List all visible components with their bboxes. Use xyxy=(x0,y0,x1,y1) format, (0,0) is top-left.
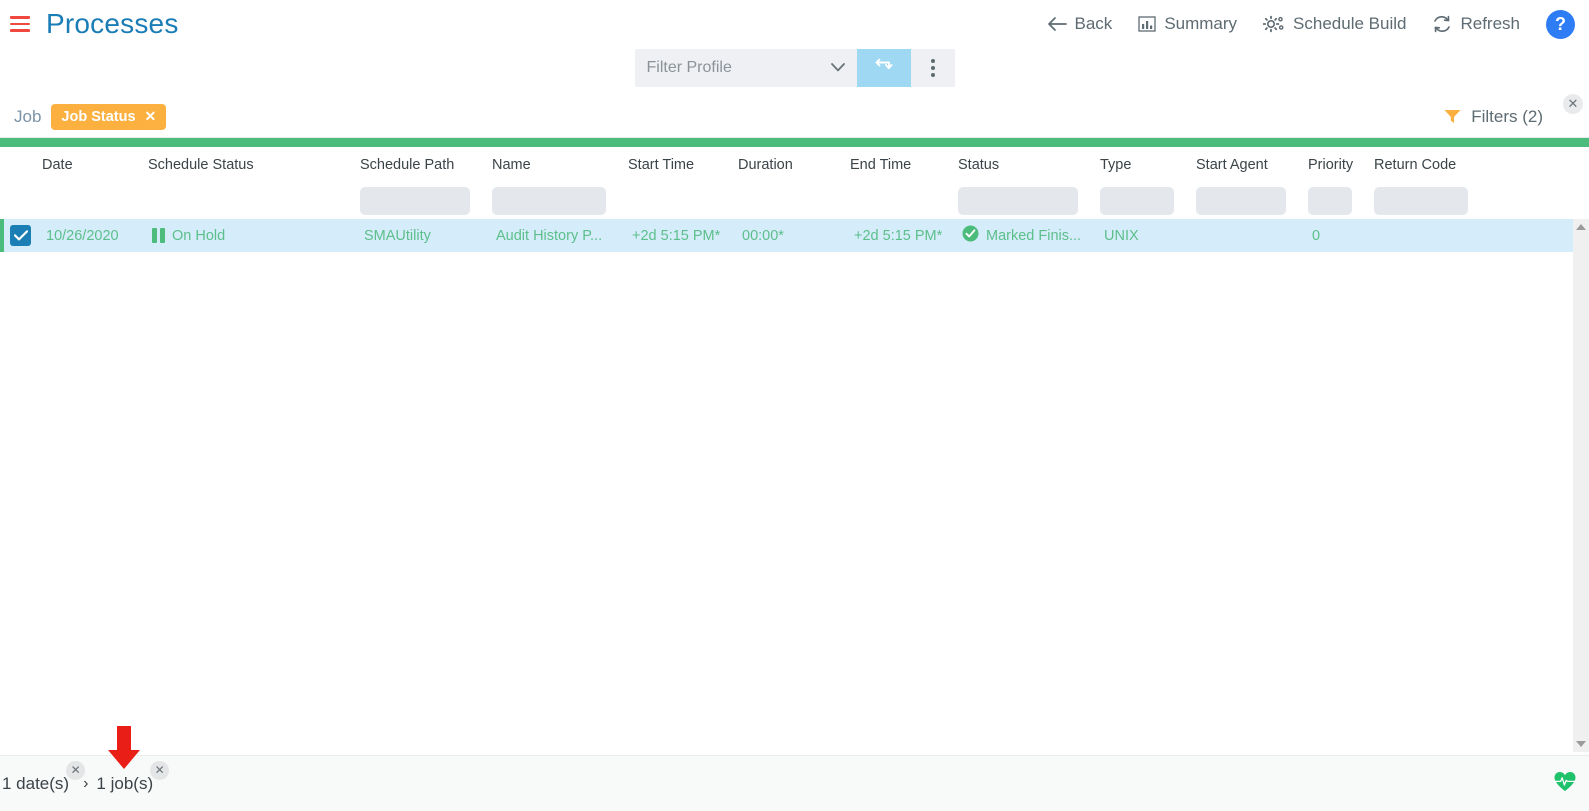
breadcrumb-dates[interactable]: 1 date(s) ✕ xyxy=(2,760,86,794)
cell-date: 10/26/2020 xyxy=(46,227,119,244)
bar-chart-icon xyxy=(1138,16,1156,32)
refresh-button-label: Refresh xyxy=(1460,14,1520,33)
filters-toggle-label: Filters (2) xyxy=(1471,106,1543,126)
cell-duration: 00:00* xyxy=(742,227,784,244)
filter-input-name[interactable] xyxy=(492,187,606,215)
breadcrumb-jobs[interactable]: 1 job(s) ✕ xyxy=(96,760,170,794)
back-button[interactable]: Back xyxy=(1047,14,1113,34)
column-header-date[interactable]: Date xyxy=(42,157,148,173)
table-row[interactable]: 10/26/2020 On Hold SMAUtility Audit Hist… xyxy=(0,219,1589,252)
column-header-schedule-path[interactable]: Schedule Path xyxy=(360,157,492,173)
breadcrumb-separator: › xyxy=(83,774,89,792)
filter-group-label: Job xyxy=(14,106,42,126)
chevron-down-icon xyxy=(830,59,845,77)
breadcrumb-jobs-label: 1 job(s) xyxy=(96,773,154,793)
cell-status-label: Marked Finis... xyxy=(986,227,1082,244)
check-circle-icon xyxy=(962,225,979,246)
filter-input-priority[interactable] xyxy=(1308,187,1352,215)
filter-placeholder-end-time xyxy=(850,187,958,215)
filters-toggle[interactable]: Filters (2) xyxy=(1444,107,1543,127)
status-bar: 1 date(s) ✕ › 1 job(s) ✕ xyxy=(0,755,1589,811)
top-bar: Processes Back Summary Schedule Build Re… xyxy=(0,0,1589,48)
close-icon[interactable]: ✕ xyxy=(145,108,157,125)
breadcrumb: 1 date(s) ✕ › 1 job(s) ✕ xyxy=(2,760,170,794)
filter-placeholder-schedule-status xyxy=(148,187,360,215)
breadcrumb-dates-label: 1 date(s) xyxy=(2,773,70,793)
close-filters-panel-button[interactable]: ✕ xyxy=(1563,94,1583,114)
filter-profile-select[interactable]: Filter Profile xyxy=(634,49,857,87)
back-button-label: Back xyxy=(1074,14,1113,33)
breadcrumb-jobs-close-icon[interactable]: ✕ xyxy=(150,760,170,780)
refresh-icon xyxy=(1432,15,1452,33)
triangle-down-icon xyxy=(1576,741,1586,747)
heartbeat-icon[interactable] xyxy=(1553,771,1577,797)
schedule-build-button-label: Schedule Build xyxy=(1293,14,1407,33)
summary-button-label: Summary xyxy=(1164,14,1238,33)
filter-input-status[interactable] xyxy=(958,187,1078,215)
processes-table: Date Schedule Status Schedule Path Name … xyxy=(0,147,1589,752)
filter-placeholder-start-time xyxy=(628,187,738,215)
row-checkbox[interactable] xyxy=(10,225,31,246)
page-title: Processes xyxy=(46,8,179,39)
gears-icon xyxy=(1263,15,1285,33)
column-header-duration[interactable]: Duration xyxy=(738,157,850,173)
cell-end-time: +2d 5:15 PM* xyxy=(854,227,943,244)
hamburger-menu-icon[interactable] xyxy=(10,13,34,35)
scroll-up-button[interactable] xyxy=(1573,219,1589,235)
status-accent-bar xyxy=(0,138,1589,147)
cell-schedule-status: On Hold xyxy=(152,228,364,244)
filter-input-start-agent[interactable] xyxy=(1196,187,1286,215)
filter-profile-group: Filter Profile xyxy=(634,49,955,87)
table-vertical-scrollbar[interactable] xyxy=(1573,219,1589,752)
cell-schedule-status-label: On Hold xyxy=(172,227,226,244)
cell-schedule-path: SMAUtility xyxy=(364,227,431,244)
pause-icon xyxy=(152,228,165,243)
column-header-priority[interactable]: Priority xyxy=(1308,157,1374,173)
triangle-up-icon xyxy=(1576,224,1586,230)
breadcrumb-dates-close-icon[interactable]: ✕ xyxy=(66,760,86,780)
filter-profile-bar: Filter Profile xyxy=(0,44,1589,92)
cell-priority: 0 xyxy=(1312,227,1321,244)
filter-profile-apply-button[interactable] xyxy=(856,49,911,87)
cell-type: UNIX xyxy=(1104,227,1139,244)
filter-chip-label: Job Status xyxy=(61,108,136,125)
summary-button[interactable]: Summary xyxy=(1138,14,1237,34)
table-header-row: Date Schedule Status Schedule Path Name … xyxy=(0,147,1589,183)
row-select-cell xyxy=(4,225,46,246)
cell-status: Marked Finis... xyxy=(962,225,1104,246)
filter-input-return-code[interactable] xyxy=(1374,187,1468,215)
filter-placeholder-duration xyxy=(738,187,850,215)
schedule-build-button[interactable]: Schedule Build xyxy=(1263,14,1406,34)
cell-start-time: +2d 5:15 PM* xyxy=(632,227,721,244)
refresh-button[interactable]: Refresh xyxy=(1432,14,1520,34)
cell-name: Audit History P... xyxy=(496,227,603,244)
column-header-schedule-status[interactable]: Schedule Status xyxy=(148,157,360,173)
filter-input-type[interactable] xyxy=(1100,187,1174,215)
column-header-start-time[interactable]: Start Time xyxy=(628,157,738,173)
filter-profile-placeholder: Filter Profile xyxy=(646,59,732,76)
table-filter-row xyxy=(0,183,1589,219)
column-header-end-time[interactable]: End Time xyxy=(850,157,958,173)
column-header-name[interactable]: Name xyxy=(492,157,628,173)
column-header-start-agent[interactable]: Start Agent xyxy=(1196,157,1308,173)
swap-refresh-icon xyxy=(873,56,895,81)
column-header-type[interactable]: Type xyxy=(1100,157,1196,173)
filter-input-schedule-path[interactable] xyxy=(360,187,470,215)
filter-chip-job-status[interactable]: Job Status ✕ xyxy=(51,103,167,130)
column-header-return-code[interactable]: Return Code xyxy=(1374,157,1490,173)
top-bar-actions: Back Summary Schedule Build Refresh ? xyxy=(1047,9,1589,39)
filter-placeholder-date xyxy=(42,187,148,215)
help-button[interactable]: ? xyxy=(1546,9,1575,39)
vertical-dots-icon xyxy=(930,59,935,63)
active-filters-bar: Job Job Status ✕ Filters (2) xyxy=(0,96,1589,138)
funnel-icon xyxy=(1444,109,1461,124)
scroll-down-button[interactable] xyxy=(1573,736,1589,752)
arrow-left-icon xyxy=(1047,16,1067,32)
filter-profile-more-menu[interactable] xyxy=(910,49,955,87)
column-header-status[interactable]: Status xyxy=(958,157,1100,173)
